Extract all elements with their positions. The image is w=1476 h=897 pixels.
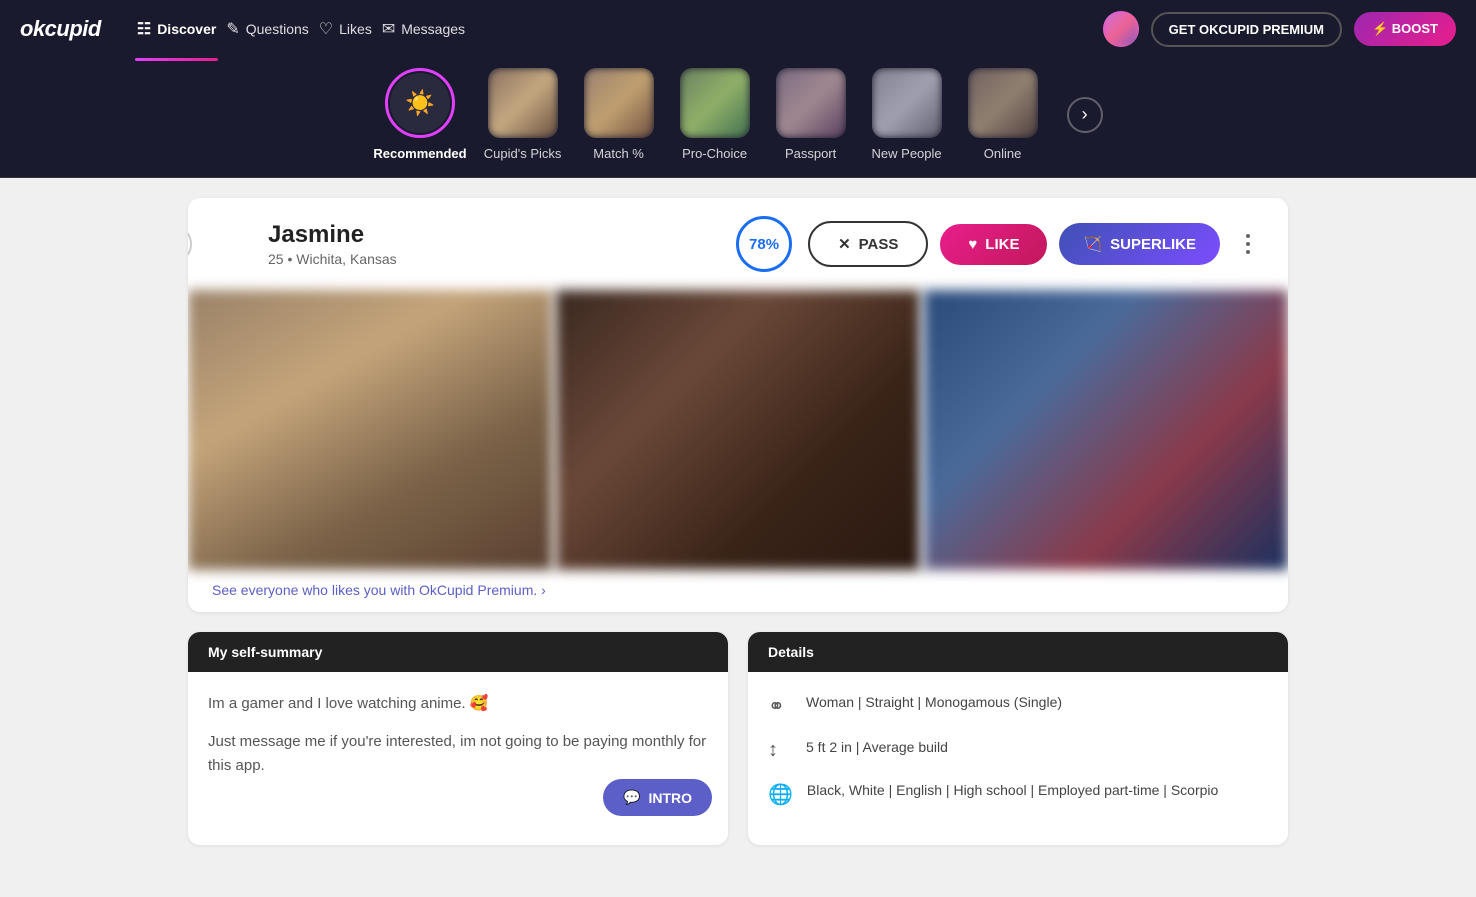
nav-discover[interactable]: ☷ Discover bbox=[135, 15, 219, 43]
category-label-prochoice: Pro-Choice bbox=[682, 146, 747, 161]
category-label-cupids: Cupid's Picks bbox=[484, 146, 562, 161]
photo-1[interactable] bbox=[188, 290, 552, 570]
height-text: 5 ft 2 in | Average build bbox=[806, 737, 948, 758]
details-body: ⚭ Woman | Straight | Monogamous (Single)… bbox=[748, 672, 1288, 845]
category-thumb-recommended: ☀️ bbox=[385, 68, 455, 138]
main-nav: ☷ Discover ✎ Questions ♡ Likes ✉ Message… bbox=[135, 15, 467, 43]
discover-icon: ☷ bbox=[137, 19, 151, 39]
category-recommended[interactable]: ☀️ Recommended bbox=[373, 68, 466, 161]
intro-message-icon: 💬 bbox=[623, 789, 640, 806]
category-thumb-cupids bbox=[488, 68, 558, 138]
self-summary-body: Im a gamer and I love watching anime. 🥰 … bbox=[188, 672, 728, 832]
category-next-button[interactable]: › bbox=[1067, 97, 1103, 133]
orientation-icon: ⚭ bbox=[768, 694, 792, 719]
detail-height: ↕ 5 ft 2 in | Average build bbox=[768, 737, 1268, 762]
category-online[interactable]: Online bbox=[963, 68, 1043, 161]
detail-orientation: ⚭ Woman | Straight | Monogamous (Single) bbox=[768, 692, 1268, 719]
category-passport[interactable]: Passport bbox=[771, 68, 851, 161]
likes-icon: ♡ bbox=[319, 19, 333, 39]
like-heart-icon: ♥ bbox=[968, 236, 977, 253]
questions-icon: ✎ bbox=[226, 19, 239, 39]
undo-button[interactable]: ↺ bbox=[188, 224, 192, 264]
category-label-passport: Passport bbox=[785, 146, 836, 161]
category-label-recommended: Recommended bbox=[373, 146, 466, 161]
boost-button[interactable]: ⚡ BOOST bbox=[1354, 12, 1456, 46]
more-options-button[interactable] bbox=[1232, 228, 1264, 260]
details-header: Details bbox=[748, 632, 1288, 672]
pass-button[interactable]: ✕ PASS bbox=[808, 221, 928, 267]
header-right: GET OKCUPID PREMIUM ⚡ BOOST bbox=[1103, 11, 1456, 47]
more-dot-2 bbox=[1246, 242, 1250, 246]
profile-card: ↺ Jasmine 25 • Wichita, Kansas 78% ✕ PAS… bbox=[188, 198, 1288, 612]
match-percent-circle: 78% bbox=[736, 216, 792, 272]
intro-button[interactable]: 💬 INTRO bbox=[603, 779, 712, 816]
pass-x-icon: ✕ bbox=[838, 235, 851, 253]
background-text: Black, White | English | High school | E… bbox=[807, 780, 1218, 801]
profile-name-section: Jasmine 25 • Wichita, Kansas bbox=[268, 221, 720, 267]
profile-header: ↺ Jasmine 25 • Wichita, Kansas 78% ✕ PAS… bbox=[188, 198, 1288, 290]
category-thumb-prochoice bbox=[680, 68, 750, 138]
photo-2[interactable] bbox=[556, 290, 920, 570]
category-match[interactable]: Match % bbox=[579, 68, 659, 161]
category-label-match: Match % bbox=[593, 146, 644, 161]
category-label-online: Online bbox=[984, 146, 1022, 161]
main-content: ↺ Jasmine 25 • Wichita, Kansas 78% ✕ PAS… bbox=[168, 198, 1308, 845]
category-thumb-passport bbox=[776, 68, 846, 138]
globe-icon: 🌐 bbox=[768, 782, 793, 807]
photo-grid bbox=[188, 290, 1288, 570]
orientation-text: Woman | Straight | Monogamous (Single) bbox=[806, 692, 1062, 713]
superlike-button[interactable]: 🏹 SUPERLIKE bbox=[1059, 223, 1220, 265]
height-icon: ↕ bbox=[768, 739, 792, 762]
category-label-newpeople: New People bbox=[872, 146, 942, 161]
self-summary-text: Im a gamer and I love watching anime. 🥰 … bbox=[208, 692, 708, 778]
category-pro-choice[interactable]: Pro-Choice bbox=[675, 68, 755, 161]
details-card: Details ⚭ Woman | Straight | Monogamous … bbox=[748, 632, 1288, 845]
profile-sections: My self-summary Im a gamer and I love wa… bbox=[188, 632, 1288, 845]
main-header: okcupid ☷ Discover ✎ Questions ♡ Likes ✉… bbox=[0, 0, 1476, 58]
premium-prompt[interactable]: See everyone who likes you with OkCupid … bbox=[188, 570, 1288, 612]
profile-location: 25 • Wichita, Kansas bbox=[268, 251, 720, 267]
more-dot-3 bbox=[1246, 250, 1250, 254]
self-summary-header: My self-summary bbox=[188, 632, 728, 672]
profile-name: Jasmine bbox=[268, 221, 720, 249]
recommended-icon: ☀️ bbox=[390, 73, 450, 133]
app-logo: okcupid bbox=[20, 16, 101, 42]
like-button[interactable]: ♥ LIKE bbox=[940, 224, 1047, 265]
category-thumb-match bbox=[584, 68, 654, 138]
nav-likes[interactable]: ♡ Likes bbox=[317, 15, 374, 43]
user-avatar[interactable] bbox=[1103, 11, 1139, 47]
action-buttons: ✕ PASS ♥ LIKE 🏹 SUPERLIKE bbox=[808, 221, 1264, 267]
category-thumb-newpeople bbox=[872, 68, 942, 138]
premium-button[interactable]: GET OKCUPID PREMIUM bbox=[1151, 12, 1342, 47]
messages-icon: ✉ bbox=[382, 19, 395, 39]
self-summary-card: My self-summary Im a gamer and I love wa… bbox=[188, 632, 728, 845]
category-bar: ☀️ Recommended Cupid's Picks Match % Pro… bbox=[0, 58, 1476, 178]
nav-questions[interactable]: ✎ Questions bbox=[224, 15, 310, 43]
superlike-icon: 🏹 bbox=[1083, 235, 1102, 253]
nav-messages[interactable]: ✉ Messages bbox=[380, 15, 467, 43]
more-dot-1 bbox=[1246, 234, 1250, 238]
category-cupids-picks[interactable]: Cupid's Picks bbox=[483, 68, 563, 161]
category-thumb-online bbox=[968, 68, 1038, 138]
detail-background: 🌐 Black, White | English | High school |… bbox=[768, 780, 1268, 807]
category-new-people[interactable]: New People bbox=[867, 68, 947, 161]
photo-3[interactable] bbox=[924, 290, 1288, 570]
